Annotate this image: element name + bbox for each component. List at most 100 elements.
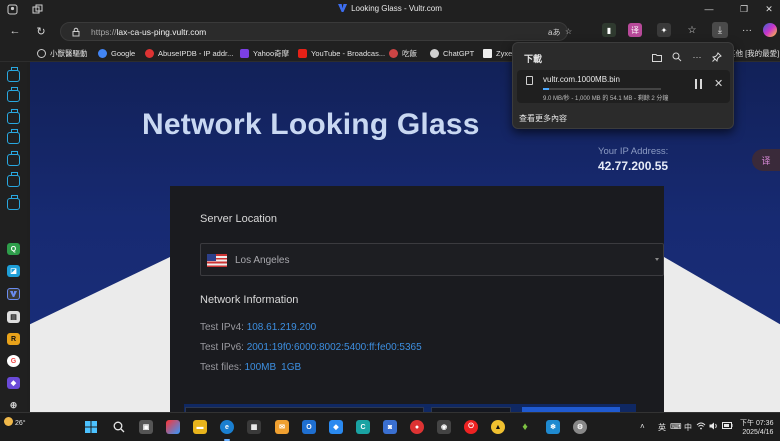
mail-app-icon[interactable]: ✉ bbox=[275, 420, 289, 434]
favorite-star-icon[interactable]: ☆ bbox=[565, 27, 572, 36]
cancel-download-icon[interactable]: ✕ bbox=[714, 77, 723, 90]
command-panel bbox=[184, 404, 636, 412]
windows-taskbar: 26° ▣ ▬ e ▦ ✉ O ◆ C ◙ ● ◉ ⏻ ▲ ♦ ❄ ⚙ ˄ 英 … bbox=[0, 412, 780, 441]
tab-app-icon[interactable]: ◪ bbox=[7, 265, 20, 277]
read-aloud-icon[interactable]: aあ bbox=[548, 27, 560, 38]
pause-icon[interactable] bbox=[694, 79, 704, 89]
store-icon[interactable]: ▦ bbox=[247, 420, 261, 434]
more-options-icon[interactable]: ··· bbox=[691, 51, 703, 63]
ip-address-value: 42.77.200.55 bbox=[598, 159, 669, 173]
tab-bilibili-icon[interactable] bbox=[7, 198, 20, 210]
tab-bilibili-icon[interactable] bbox=[7, 132, 20, 144]
translate-floating-icon[interactable]: 译 bbox=[752, 149, 780, 171]
ipv4-row: Test IPv4: 108.61.219.200 bbox=[200, 322, 317, 333]
test-file-100mb-link[interactable]: 100MB bbox=[244, 362, 276, 373]
wifi-icon[interactable] bbox=[696, 422, 706, 432]
pin-icon[interactable] bbox=[711, 51, 723, 63]
system-clock[interactable]: 下午 07:36 2025/4/16 bbox=[740, 419, 773, 437]
widgets-icon[interactable] bbox=[166, 420, 180, 434]
tab-qi-icon[interactable]: Q bbox=[7, 243, 20, 255]
tab-bilibili-icon[interactable] bbox=[7, 112, 20, 124]
file-explorer-icon[interactable]: ▬ bbox=[193, 420, 207, 434]
zyxel-icon bbox=[483, 49, 492, 58]
test-file-1gb-link[interactable]: 1GB bbox=[281, 362, 301, 373]
tab-purple-icon[interactable]: ◆ bbox=[7, 377, 20, 389]
browser-toolbar: ← ↻ https://lax-ca-us-ping.vultr.com aあ … bbox=[0, 18, 780, 44]
yellow-app-icon[interactable]: ▲ bbox=[491, 420, 505, 434]
copilot-icon[interactable] bbox=[763, 23, 777, 37]
tray-chevron-up-icon[interactable]: ˄ bbox=[640, 422, 645, 431]
vertical-tabs-sidebar: Q ◪ ▤ R G ◆ ⊕ bbox=[0, 62, 27, 412]
blue-app-icon[interactable]: ◙ bbox=[383, 420, 397, 434]
tab-doc-icon[interactable]: ▤ bbox=[7, 311, 20, 323]
ime-indicator[interactable]: 英 bbox=[658, 422, 666, 433]
start-icon[interactable] bbox=[84, 420, 98, 434]
see-more-link[interactable]: 查看更多內容 bbox=[519, 113, 567, 124]
card-content: Server Location Los Angeles Network Info… bbox=[200, 186, 664, 412]
food-icon bbox=[389, 49, 398, 58]
address-bar[interactable]: https://lax-ca-us-ping.vultr.com aあ ☆ bbox=[60, 22, 572, 41]
bookmark-7[interactable]: Zyxe bbox=[483, 48, 512, 59]
bookmark-3[interactable]: Yahoo奇摩 bbox=[240, 48, 289, 59]
extensions-puzzle-icon[interactable]: ✦ bbox=[657, 23, 671, 37]
restore-icon[interactable]: ❐ bbox=[737, 2, 751, 16]
abuseipdb-icon bbox=[145, 49, 154, 58]
downloads-title: 下載 bbox=[524, 54, 543, 64]
battery-icon[interactable] bbox=[722, 422, 733, 431]
power-app-icon[interactable]: ⏻ bbox=[464, 420, 478, 434]
open-folder-icon[interactable] bbox=[651, 51, 663, 63]
search-taskbar-icon[interactable] bbox=[112, 420, 126, 434]
ipv4-value[interactable]: 108.61.219.200 bbox=[247, 322, 317, 333]
bookmark-6[interactable]: ChatGPT bbox=[430, 48, 474, 59]
tab-bilibili-icon[interactable] bbox=[7, 70, 20, 82]
gray-app-icon[interactable]: ◉ bbox=[437, 420, 451, 434]
tab-g-icon[interactable]: G bbox=[7, 355, 20, 367]
photos-icon[interactable]: ◆ bbox=[329, 420, 343, 434]
lock-icon[interactable] bbox=[71, 27, 81, 37]
task-view-icon[interactable]: ▣ bbox=[139, 420, 153, 434]
minimize-icon[interactable]: — bbox=[702, 2, 716, 16]
tab-bilibili-icon[interactable] bbox=[7, 154, 20, 166]
favorites-icon[interactable]: ☆ bbox=[685, 23, 699, 37]
bookmark-8[interactable]: 其他 [我的最愛] bbox=[728, 48, 779, 59]
teal-app-icon[interactable]: C bbox=[356, 420, 370, 434]
tab-bilibili-icon[interactable] bbox=[7, 175, 20, 187]
window-title-bar: Looking Glass - Vultr.com — ❐ ✕ bbox=[0, 0, 780, 18]
download-item[interactable]: vultr.com.1000MB.bin 9.0 MB/秒 - 1,000 MB… bbox=[517, 70, 730, 103]
refresh-button[interactable]: ↻ bbox=[33, 23, 49, 39]
more-menu-icon[interactable]: ··· bbox=[740, 23, 754, 37]
language-indicator[interactable]: 中 bbox=[684, 422, 692, 433]
outlook-icon[interactable]: O bbox=[302, 420, 316, 434]
keyboard-icon[interactable]: ⌨ bbox=[670, 422, 682, 431]
volume-icon[interactable] bbox=[709, 422, 719, 432]
file-icon bbox=[526, 76, 533, 85]
bookmark-2[interactable]: AbuseIPDB - IP addr... bbox=[145, 48, 233, 59]
downloads-icon[interactable]: ⤓ bbox=[712, 22, 728, 38]
tab-vultr-icon[interactable] bbox=[7, 288, 20, 300]
server-location-select[interactable]: Los Angeles bbox=[200, 243, 664, 276]
red-app-icon[interactable]: ● bbox=[410, 420, 424, 434]
extension-translate-icon[interactable]: 译 bbox=[628, 23, 642, 37]
tab-r-icon[interactable]: R bbox=[7, 333, 20, 345]
server-location-heading: Server Location bbox=[200, 213, 278, 225]
back-button[interactable]: ← bbox=[7, 23, 23, 39]
bookmark-5[interactable]: 吃飯 bbox=[389, 48, 417, 59]
youtube-icon bbox=[298, 49, 307, 58]
search-icon[interactable] bbox=[671, 51, 683, 63]
weather-widget[interactable]: 26° bbox=[4, 417, 26, 427]
close-window-icon[interactable]: ✕ bbox=[762, 2, 776, 16]
tab-globe-icon[interactable]: ⊕ bbox=[7, 399, 20, 411]
edge-taskbar-icon[interactable]: e bbox=[220, 420, 234, 434]
settings-gear-icon[interactable]: ⚙ bbox=[573, 420, 587, 434]
tab-bilibili-icon[interactable] bbox=[7, 90, 20, 102]
weather-sun-icon bbox=[4, 417, 13, 426]
ip-address-label: Your IP Address: bbox=[598, 146, 669, 157]
bookmark-1[interactable]: Google bbox=[98, 48, 135, 59]
bookmark-4[interactable]: YouTube - Broadcas... bbox=[298, 48, 385, 59]
extension-battery-icon[interactable]: ▮ bbox=[602, 23, 616, 37]
ipv6-value[interactable]: 2001:19f0:6000:8002:5400:ff:fe00:5365 bbox=[247, 342, 422, 353]
bookmark-0[interactable]: 小獸醫驅動 bbox=[37, 48, 88, 59]
snowflake-app-icon[interactable]: ❄ bbox=[546, 420, 560, 434]
android-icon[interactable]: ♦ bbox=[518, 420, 532, 434]
download-progress-bar bbox=[543, 88, 661, 90]
